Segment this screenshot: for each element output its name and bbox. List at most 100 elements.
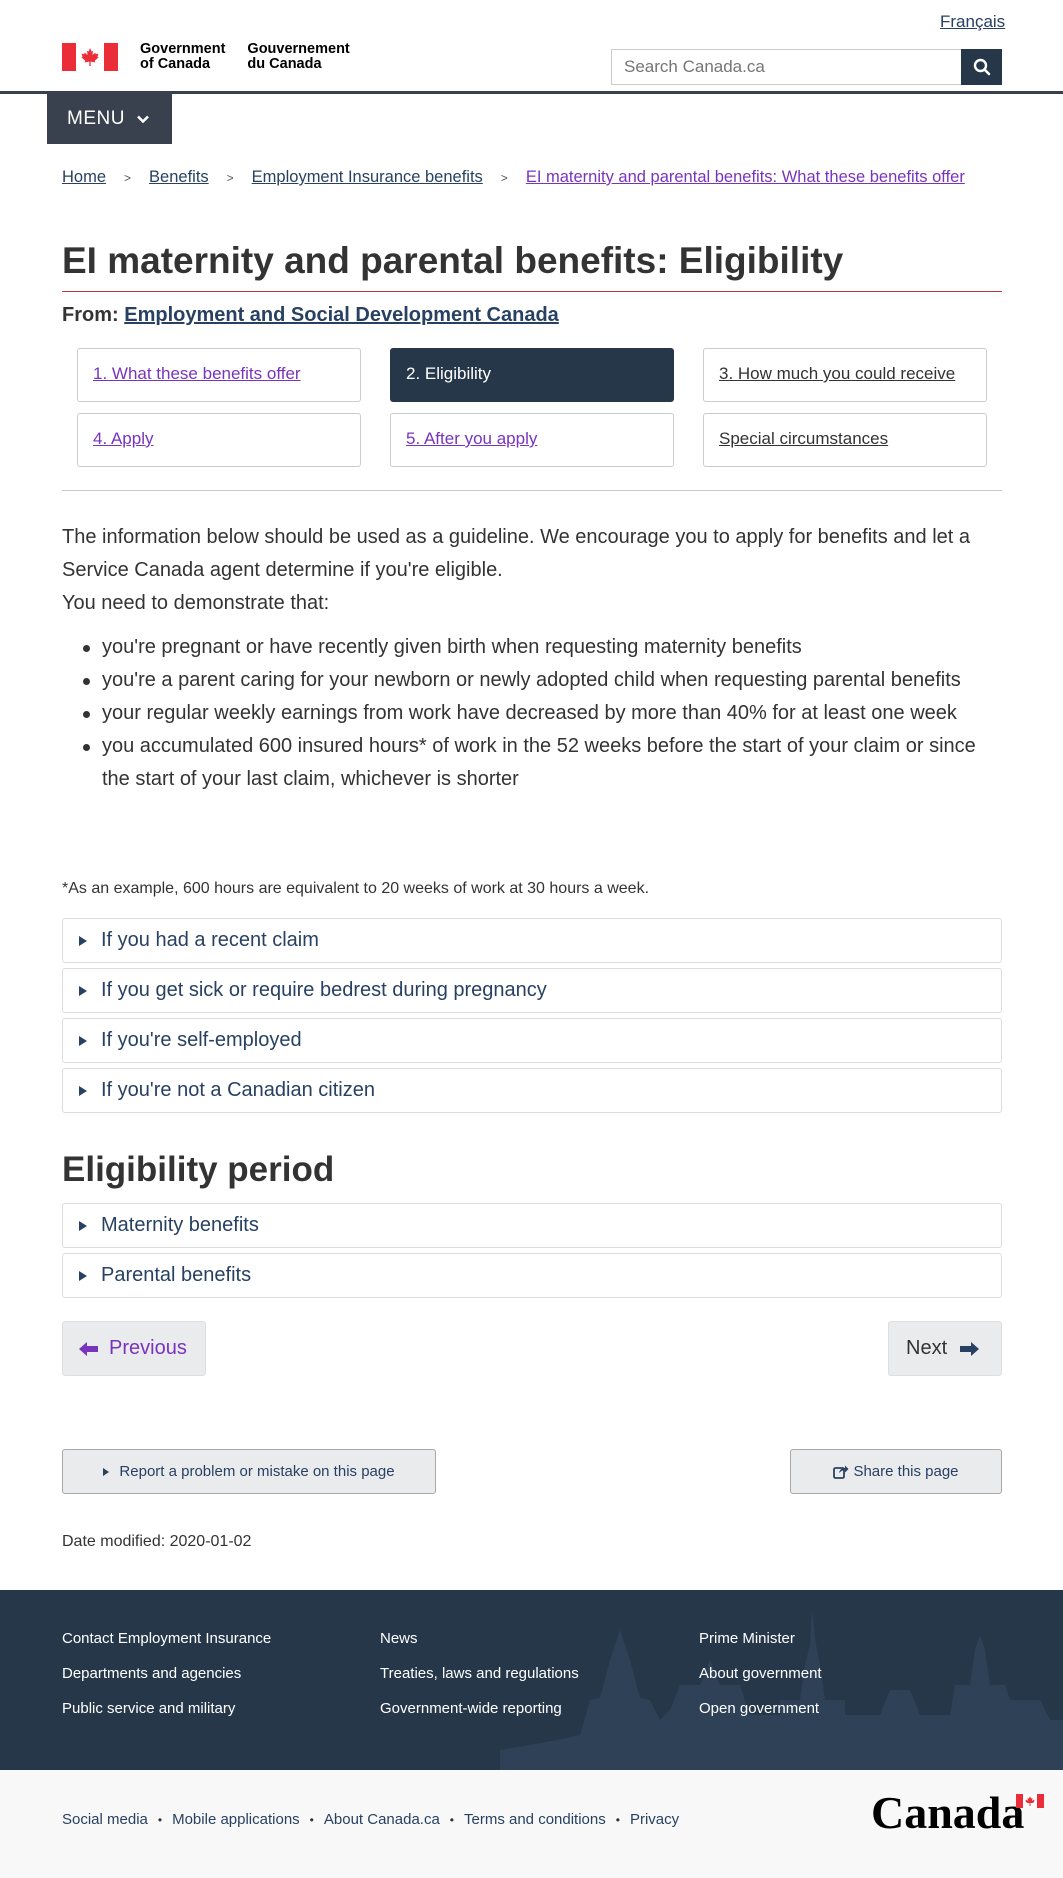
footer-link[interactable]: Departments and agencies <box>62 1665 241 1682</box>
step-label: 1. What these benefits offer <box>93 364 301 383</box>
search-icon <box>973 58 990 76</box>
footer-sub-link[interactable]: Privacy <box>630 1811 679 1828</box>
separator-dot: • <box>615 1812 620 1827</box>
language-toggle-link[interactable]: Français <box>940 12 1005 32</box>
caret-right-icon <box>79 1085 87 1096</box>
step-label: 2. Eligibility <box>406 364 492 383</box>
step-special-circumstances[interactable]: Special circumstances <box>703 413 987 467</box>
details-summary: If you had a recent claim <box>101 929 319 951</box>
caret-right-icon <box>79 1035 87 1046</box>
step-how-much-you-could-receive[interactable]: 3. How much you could receive <box>703 348 987 402</box>
details-summary: If you get sick or require bedrest durin… <box>101 979 547 1001</box>
date-modified: Date modified: 2020-01-02 <box>62 1533 252 1550</box>
eligibility-requirements-list: you're pregnant or have recently given b… <box>62 631 1002 796</box>
footnote: *As an example, 600 hours are equivalent… <box>62 880 650 897</box>
details-summary: If you're self-employed <box>101 1029 302 1051</box>
list-item: your regular weekly earnings from work h… <box>62 697 1002 730</box>
breadcrumb-what-these-benefits-offer[interactable]: EI maternity and parental benefits: What… <box>526 168 965 187</box>
breadcrumb-home[interactable]: Home <box>62 168 106 187</box>
step-apply[interactable]: 4. Apply <box>77 413 361 467</box>
footer-sub-link[interactable]: Terms and conditions <box>464 1811 606 1828</box>
details-summary: Parental benefits <box>101 1264 252 1286</box>
separator-dot: • <box>157 1812 163 1827</box>
report-label: Report a problem or mistake on this page <box>119 1463 395 1480</box>
caret-right-icon <box>79 985 87 996</box>
arrow-left-icon <box>79 1341 99 1357</box>
caret-right-icon <box>79 1270 87 1281</box>
caret-right-icon <box>79 935 87 946</box>
previous-button[interactable]: Previous <box>62 1321 206 1376</box>
menu-button[interactable]: MENU <box>47 94 172 144</box>
details-self-employed[interactable]: If you're self-employed <box>62 1018 1002 1063</box>
canada-wordmark: Canada <box>871 1786 1044 1839</box>
step-label: 4. Apply <box>93 429 154 448</box>
separator-dot: • <box>449 1812 454 1827</box>
eligibility-period-heading: Eligibility period <box>62 1150 335 1189</box>
from-department-link[interactable]: Employment and Social Development Canada <box>124 304 559 326</box>
footer-link[interactable]: About government <box>699 1665 822 1682</box>
breadcrumb: Home > Benefits > Employment Insurance b… <box>62 168 965 187</box>
page-title: EI maternity and parental benefits: Elig… <box>62 240 844 281</box>
caret-right-icon <box>79 1220 87 1231</box>
step-what-these-benefits-offer[interactable]: 1. What these benefits offer <box>77 348 361 402</box>
footer-sub-link[interactable]: Mobile applications <box>172 1811 300 1828</box>
previous-label: Previous <box>109 1337 187 1359</box>
breadcrumb-separator: > <box>500 170 508 185</box>
breadcrumb-ei-benefits[interactable]: Employment Insurance benefits <box>252 168 483 187</box>
details-summary: Maternity benefits <box>101 1214 259 1236</box>
details-parental-benefits[interactable]: Parental benefits <box>62 1253 1002 1298</box>
footer-link[interactable]: News <box>380 1630 418 1647</box>
details-not-canadian-citizen[interactable]: If you're not a Canadian citizen <box>62 1068 1002 1113</box>
next-button[interactable]: Next <box>888 1321 1002 1376</box>
footer-link[interactable]: Public service and military <box>62 1700 235 1717</box>
demonstrate-paragraph: You need to demonstrate that: <box>62 592 330 614</box>
list-item: you accumulated 600 insured hours* of wo… <box>62 730 1002 796</box>
arrow-right-icon <box>959 1341 980 1357</box>
breadcrumb-separator: > <box>226 170 234 185</box>
footer-main: Contact Employment Insurance Departments… <box>0 1590 1063 1770</box>
footer-sub-links: Social media • Mobile applications • Abo… <box>62 1811 679 1828</box>
step-after-you-apply[interactable]: 5. After you apply <box>390 413 674 467</box>
step-label: 5. After you apply <box>406 429 538 448</box>
footer-sub-link[interactable]: About Canada.ca <box>324 1811 440 1828</box>
breadcrumb-benefits[interactable]: Benefits <box>149 168 209 187</box>
canada-flag-icon <box>62 43 118 71</box>
step-label: 3. How much you could receive <box>719 364 956 383</box>
report-problem-button[interactable]: Report a problem or mistake on this page <box>62 1449 436 1494</box>
menu-label: MENU <box>67 108 125 129</box>
list-item: you're a parent caring for your newborn … <box>62 664 1002 697</box>
footer-link[interactable]: Open government <box>699 1700 819 1717</box>
share-page-button[interactable]: Share this page <box>790 1449 1002 1494</box>
from-line: From: Employment and Social Development … <box>62 304 559 327</box>
from-label: From: <box>62 304 119 326</box>
signature-french: Gouvernement du Canada <box>247 41 350 72</box>
canada-flag-icon <box>1016 1794 1044 1808</box>
details-summary: If you're not a Canadian citizen <box>101 1079 375 1101</box>
chevron-down-icon <box>137 112 149 127</box>
step-eligibility[interactable]: 2. Eligibility <box>390 348 674 402</box>
government-of-canada-signature[interactable]: Government of Canada Gouvernement du Can… <box>62 42 372 72</box>
search-button[interactable] <box>961 49 1002 85</box>
signature-english: Government of Canada <box>140 41 226 72</box>
footer-sub-link[interactable]: Social media <box>62 1811 148 1828</box>
share-label: Share this page <box>853 1463 959 1480</box>
details-maternity-benefits[interactable]: Maternity benefits <box>62 1203 1002 1248</box>
intro-paragraph: The information below should be used as … <box>62 526 970 581</box>
caret-right-icon <box>103 1467 110 1476</box>
details-recent-claim[interactable]: If you had a recent claim <box>62 918 1002 963</box>
footer-link[interactable]: Government-wide reporting <box>380 1700 562 1717</box>
details-sick-bedrest[interactable]: If you get sick or require bedrest durin… <box>62 968 1002 1013</box>
step-label: Special circumstances <box>719 429 889 448</box>
breadcrumb-separator: > <box>124 170 132 185</box>
separator-dot: • <box>309 1812 314 1827</box>
list-item: you're pregnant or have recently given b… <box>62 631 1002 664</box>
wordmark-text: Canada <box>871 1787 1025 1838</box>
footer-link[interactable]: Contact Employment Insurance <box>62 1630 271 1647</box>
steps-divider <box>62 490 1002 491</box>
share-icon <box>833 1464 849 1479</box>
next-label: Next <box>906 1337 948 1359</box>
footer-link[interactable]: Treaties, laws and regulations <box>380 1665 579 1682</box>
search-input[interactable] <box>611 49 962 85</box>
title-underline <box>62 291 1002 292</box>
footer-link[interactable]: Prime Minister <box>699 1630 795 1647</box>
